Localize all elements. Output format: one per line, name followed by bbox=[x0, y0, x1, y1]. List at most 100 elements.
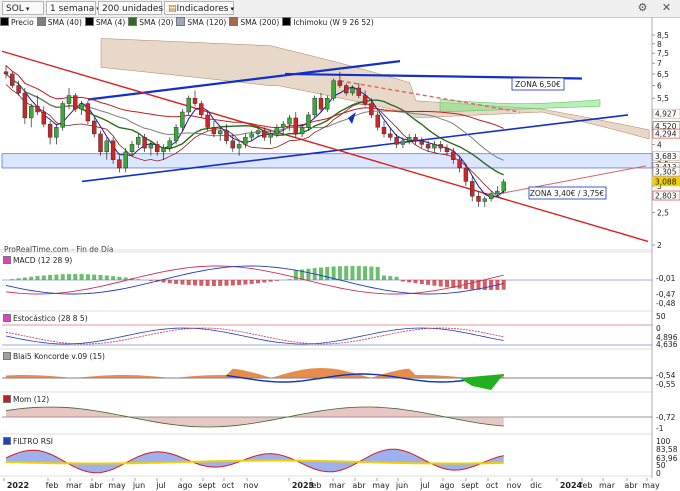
candle-body bbox=[419, 140, 424, 145]
x-tick-label: jun bbox=[132, 481, 145, 490]
macd-histogram-bar bbox=[136, 279, 141, 280]
macd-histogram-bar bbox=[230, 280, 235, 286]
candle-body bbox=[73, 95, 78, 110]
candle-body bbox=[350, 87, 355, 94]
macd-histogram-bar bbox=[16, 278, 21, 280]
macd-histogram-bar bbox=[10, 279, 15, 280]
x-tick-label: nov bbox=[244, 481, 259, 490]
annotation-label: ZONA 6,50€ bbox=[515, 80, 561, 89]
sma-4-line bbox=[5, 73, 505, 199]
macd-histogram-bar bbox=[337, 266, 342, 280]
macd-histogram-bar bbox=[199, 280, 204, 286]
candle-body bbox=[369, 103, 374, 116]
candle-body bbox=[268, 133, 273, 138]
candle-body bbox=[375, 114, 380, 128]
macd-histogram-bar bbox=[67, 274, 71, 280]
price-badge-label: 3,305 bbox=[655, 168, 677, 177]
y-tick-label: 7 bbox=[657, 59, 662, 68]
macd-histogram-bar bbox=[426, 280, 431, 285]
candle-body bbox=[47, 123, 53, 138]
x-tick-label: may bbox=[642, 481, 660, 490]
x-tick-label: oct bbox=[486, 481, 498, 490]
y-tick-label: 2 bbox=[657, 241, 662, 250]
macd-value-label: -0,01 bbox=[656, 274, 676, 283]
candle-body bbox=[148, 144, 154, 149]
macd-histogram-bar bbox=[350, 266, 355, 280]
candle-body bbox=[407, 137, 412, 142]
macd-histogram-bar bbox=[274, 280, 279, 281]
macd-histogram-bar bbox=[218, 280, 223, 286]
macd-histogram-bar bbox=[48, 274, 53, 280]
x-tick-label: feb bbox=[46, 481, 59, 490]
candle-body bbox=[476, 195, 481, 202]
candle-body bbox=[154, 144, 160, 153]
candle-body bbox=[344, 85, 349, 94]
x-tick-label: jul bbox=[419, 481, 430, 490]
candle-body bbox=[22, 92, 28, 119]
macd-histogram-bar bbox=[501, 280, 506, 290]
candle-body bbox=[488, 193, 494, 199]
macd-histogram-bar bbox=[161, 280, 166, 283]
stoch-d-line bbox=[5, 327, 504, 345]
candle-body bbox=[60, 103, 65, 128]
koncorde-green-area bbox=[459, 374, 504, 390]
price-badge-label: 4,294 bbox=[655, 130, 677, 139]
price-badge-label: 3,088 bbox=[655, 177, 677, 186]
koncorde-orange-area bbox=[6, 368, 504, 378]
candle-body bbox=[444, 147, 450, 153]
mom-value-label: -1 bbox=[656, 424, 664, 433]
candle-body bbox=[54, 127, 59, 138]
price-badge-label: 3,683 bbox=[655, 152, 677, 161]
x-tick-label: jul bbox=[155, 481, 166, 490]
candle-body bbox=[41, 111, 46, 125]
candle-body bbox=[356, 87, 361, 96]
price-badge: 3,305 bbox=[652, 166, 680, 177]
x-tick-label: mar bbox=[66, 481, 83, 490]
macd-histogram-bar bbox=[432, 280, 437, 286]
price-chart[interactable]: ZONA 6,50€ ZONA 3,40€ / 3,75€ 8,587,57 6,5 6… bbox=[0, 0, 680, 491]
candle-body bbox=[98, 133, 103, 153]
macd-histogram-bar bbox=[180, 280, 185, 285]
macd-histogram-bar bbox=[256, 280, 260, 284]
macd-histogram-bar bbox=[293, 270, 298, 280]
candle-body bbox=[482, 198, 487, 202]
candle-body bbox=[381, 127, 387, 135]
price-badge: 4,294 bbox=[652, 128, 680, 139]
price-badge-label: 2,803 bbox=[655, 192, 677, 201]
macd-histogram-bar bbox=[249, 280, 254, 284]
stoch-k-line bbox=[5, 327, 504, 345]
x-tick-label: mar bbox=[599, 481, 616, 490]
candle-body bbox=[186, 97, 191, 113]
candle-body bbox=[388, 133, 393, 138]
macd-histogram-bar bbox=[243, 280, 248, 285]
candle-body bbox=[293, 117, 298, 135]
macd-histogram-bar bbox=[489, 280, 494, 290]
stoch-value-label: 0 bbox=[656, 324, 661, 333]
candle-body bbox=[400, 140, 406, 145]
macd-histogram-bar bbox=[22, 277, 27, 280]
candle-body bbox=[299, 127, 305, 135]
macd-value-label: -0,48 bbox=[656, 299, 676, 308]
y-tick-label: 5,5 bbox=[657, 94, 669, 103]
macd-histogram-bar bbox=[193, 280, 197, 286]
candle-body bbox=[457, 159, 462, 169]
x-tick-label: abr bbox=[89, 481, 103, 490]
price-badge: 3,088 bbox=[652, 176, 680, 186]
candle-body bbox=[306, 114, 311, 128]
macd-histogram-bar bbox=[369, 266, 374, 280]
candle-body bbox=[432, 144, 437, 149]
macd-histogram-bar bbox=[167, 280, 172, 284]
candle-body bbox=[438, 144, 443, 149]
candle-body bbox=[312, 97, 317, 116]
macd-histogram-bar bbox=[73, 274, 78, 280]
candle-body bbox=[281, 123, 286, 128]
candle-body bbox=[287, 117, 292, 125]
macd-histogram-bar bbox=[186, 280, 191, 286]
y-tick-label: 4 bbox=[657, 140, 662, 149]
macd-histogram-bar bbox=[407, 280, 412, 283]
macd-histogram-bar bbox=[419, 280, 424, 285]
macd-histogram-bar bbox=[470, 280, 475, 290]
candle-body bbox=[325, 97, 330, 110]
x-tick-label: dic bbox=[530, 481, 542, 490]
x-tick-label: may bbox=[108, 481, 126, 490]
